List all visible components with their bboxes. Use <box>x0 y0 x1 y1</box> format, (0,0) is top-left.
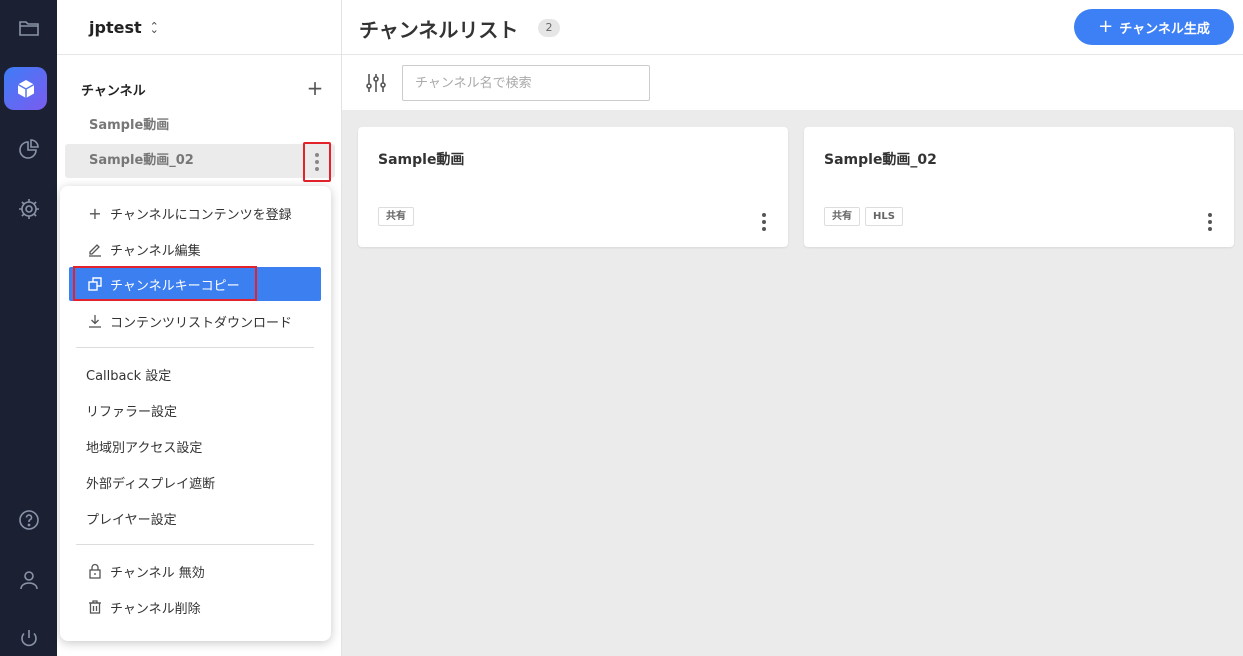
menu-item-copy-channel-key[interactable]: チャンネルキーコピー <box>69 267 321 301</box>
tag-hls: HLS <box>865 207 903 226</box>
copy-icon <box>83 276 107 292</box>
trash-icon <box>83 599 107 615</box>
folder-icon[interactable] <box>0 6 57 50</box>
menu-item-download-content-list[interactable]: コンテンツリストダウンロード <box>69 304 321 338</box>
sidebar-item-channel[interactable]: Sample動画 <box>65 109 335 143</box>
edit-icon <box>83 241 107 257</box>
gear-icon[interactable] <box>0 187 57 231</box>
add-channel-icon[interactable]: + <box>305 76 325 100</box>
card-title: Sample動画_02 <box>824 152 937 168</box>
tag-shared: 共有 <box>824 207 860 226</box>
channel-context-menu: + チャンネルにコンテンツを登録 チャンネル編集 チャンネルキーコピー コンテン… <box>60 186 331 641</box>
card-tags: 共有 HLS <box>824 207 903 226</box>
filter-toolbar <box>342 55 1243 110</box>
main-header: チャンネルリスト 2 + チャンネル生成 <box>342 0 1243 55</box>
channel-section-heading: チャンネル <box>81 84 146 99</box>
app-rail <box>0 0 57 656</box>
menu-divider <box>76 544 314 545</box>
plus-icon: + <box>88 203 102 223</box>
tag-shared: 共有 <box>378 207 414 226</box>
chevron-up-down-icon: ⌃ ⌄ <box>149 19 159 36</box>
filter-sliders-icon[interactable] <box>364 71 388 95</box>
more-vertical-icon <box>1208 213 1212 231</box>
project-selector[interactable]: jptest ⌃ ⌄ <box>89 18 159 37</box>
pie-chart-icon[interactable] <box>0 128 57 172</box>
sidebar-item-channel-selected[interactable]: Sample動画_02 <box>65 144 335 178</box>
card-more-button[interactable] <box>762 213 766 231</box>
menu-divider <box>76 347 314 348</box>
more-vertical-icon <box>762 213 766 231</box>
card-title: Sample動画 <box>378 152 465 168</box>
menu-item-disable-channel[interactable]: チャンネル 無効 <box>69 554 321 588</box>
channel-card[interactable]: Sample動画 共有 <box>358 127 788 247</box>
channel-card[interactable]: Sample動画_02 共有 HLS <box>804 127 1234 247</box>
cube-icon[interactable] <box>4 67 47 110</box>
menu-item-external-display-block[interactable]: 外部ディスプレイ遮断 <box>69 465 321 499</box>
menu-item-callback-settings[interactable]: Callback 設定 <box>69 357 321 391</box>
menu-item-region-access-settings[interactable]: 地域別アクセス設定 <box>69 429 321 463</box>
lock-icon <box>83 563 107 579</box>
menu-item-edit-channel[interactable]: チャンネル編集 <box>69 232 321 266</box>
channel-count-badge: 2 <box>538 19 560 37</box>
divider <box>57 54 341 55</box>
create-channel-button[interactable]: + チャンネル生成 <box>1074 9 1234 45</box>
menu-item-delete-channel[interactable]: チャンネル削除 <box>69 590 321 624</box>
page-title: チャンネルリスト <box>359 18 519 42</box>
more-vertical-icon <box>315 153 319 171</box>
card-tags: 共有 <box>378 207 414 226</box>
create-channel-label: チャンネル生成 <box>1119 21 1210 37</box>
help-icon[interactable] <box>0 498 57 542</box>
channel-more-button[interactable] <box>303 142 331 182</box>
sidebar-item-label: Sample動画_02 <box>89 153 194 168</box>
menu-item-player-settings[interactable]: プレイヤー設定 <box>69 501 321 535</box>
project-name: jptest <box>89 18 142 37</box>
card-more-button[interactable] <box>1208 213 1212 231</box>
menu-item-register-content[interactable]: + チャンネルにコンテンツを登録 <box>69 196 321 230</box>
power-icon[interactable] <box>0 617 57 656</box>
user-icon[interactable] <box>0 558 57 602</box>
channel-search-input[interactable] <box>402 65 650 101</box>
download-icon <box>83 313 107 329</box>
menu-item-referrer-settings[interactable]: リファラー設定 <box>69 393 321 427</box>
plus-icon: + <box>1098 16 1114 37</box>
